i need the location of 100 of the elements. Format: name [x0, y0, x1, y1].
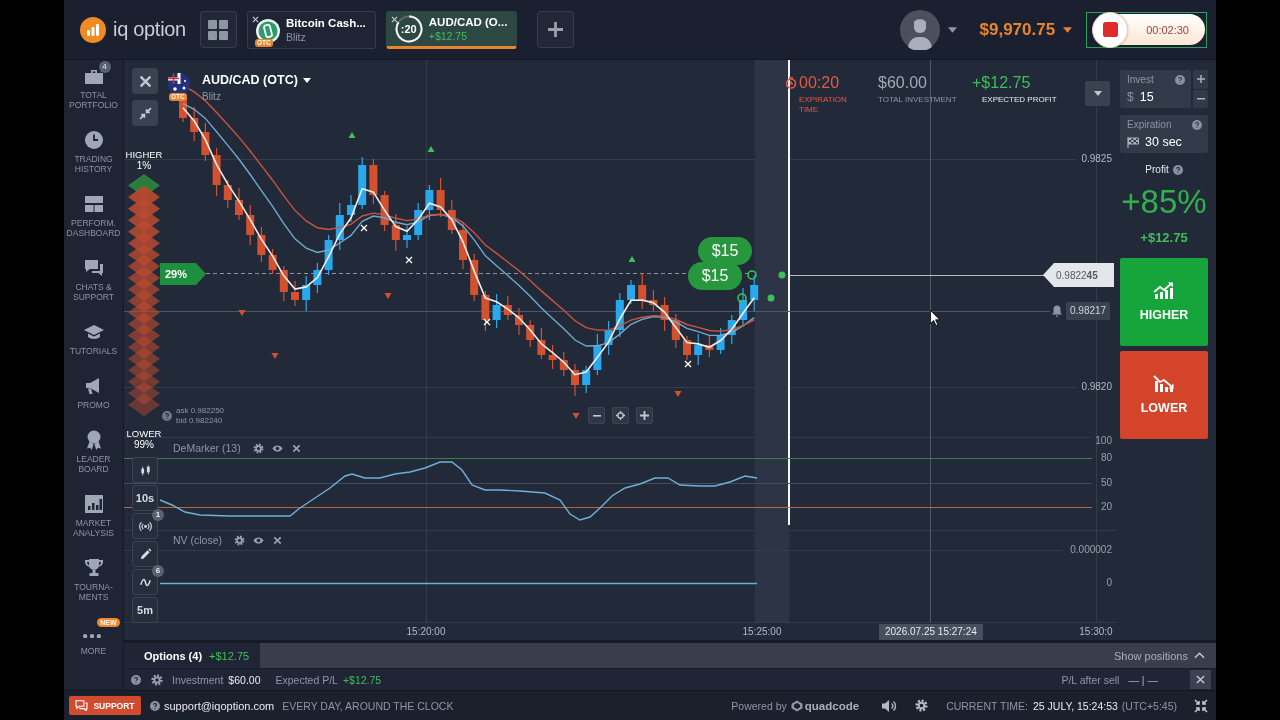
- show-positions-button[interactable]: Show positions: [1114, 643, 1216, 668]
- close-icon[interactable]: [272, 534, 283, 546]
- increase-button[interactable]: [1193, 70, 1208, 89]
- current-price-tag: 0.982245: [1043, 263, 1114, 287]
- stopwatch-icon: [785, 77, 797, 89]
- count-badge: 6: [152, 565, 164, 577]
- lower-button[interactable]: LOWER: [1120, 351, 1208, 439]
- minus-icon: [1196, 97, 1205, 100]
- sidebar-item[interactable]: PERFORM. DASHBOARD: [65, 193, 122, 238]
- invest-field[interactable]: Invest $ 15: [1120, 70, 1191, 108]
- help-icon[interactable]: [162, 410, 172, 421]
- add-tab-button[interactable]: [537, 11, 575, 48]
- caret-icon: [1093, 91, 1102, 96]
- eye-icon[interactable]: [271, 442, 283, 454]
- settings-icon[interactable]: [252, 442, 264, 454]
- settings-icon[interactable]: [151, 673, 163, 686]
- support-button[interactable]: SUPPORT: [69, 696, 141, 715]
- compress-arrows-icon[interactable]: [1194, 698, 1208, 713]
- stop-icon: [1102, 22, 1118, 37]
- checkered-flag-icon: [1127, 136, 1139, 148]
- flag-icon: [168, 73, 190, 95]
- broadcast-icon: [138, 519, 152, 533]
- logo-text: iq option: [113, 18, 186, 41]
- bell-icon[interactable]: [1052, 305, 1062, 317]
- help-icon[interactable]: [150, 700, 160, 711]
- sidebar-item[interactable]: PROMO: [65, 375, 122, 410]
- chart-tool-button[interactable]: [132, 541, 158, 567]
- sidebar-item[interactable]: CHATS & SUPPORT: [65, 257, 122, 302]
- help-icon[interactable]: [1192, 119, 1202, 130]
- help-icon[interactable]: [131, 674, 141, 685]
- compress-chart-button[interactable]: [132, 100, 158, 126]
- close-chart-button[interactable]: [132, 68, 158, 94]
- chart-tool-button[interactable]: [132, 457, 158, 483]
- powered-by-label: Powered by: [731, 699, 787, 712]
- chat-icon: [82, 257, 105, 279]
- speaker-icon[interactable]: [881, 698, 898, 713]
- powered-by-brand: quadcode: [804, 699, 860, 712]
- asset-selector[interactable]: AUD/CAD (OTC): [202, 73, 311, 87]
- plus-icon: [548, 22, 564, 37]
- axis-label: 0.000002: [1070, 543, 1112, 557]
- axis-label: 0: [1106, 576, 1112, 590]
- logo-icon: [80, 16, 106, 43]
- price-label: 0.9825: [1081, 152, 1112, 166]
- invest-label: Invest: [1127, 73, 1154, 86]
- balance-button[interactable]: $9,970.75: [979, 19, 1073, 40]
- indicator-name: DeMarker (13): [173, 442, 241, 454]
- expected-pl-value: +$12.75: [342, 673, 382, 686]
- help-icon[interactable]: [1172, 165, 1183, 175]
- eye-icon[interactable]: [253, 534, 264, 546]
- current-time-value: 25 JULY, 15:24:53: [1033, 699, 1118, 712]
- support-email-link[interactable]: support@iqoption.com: [164, 699, 275, 712]
- asset-tab[interactable]: :20 AUD/CAD (O... +$12.75: [385, 10, 518, 49]
- clock-icon: [82, 129, 105, 151]
- settings-icon[interactable]: [234, 534, 245, 546]
- stop-button[interactable]: [1092, 11, 1129, 48]
- sidebar-item[interactable]: TRADING HISTORY: [65, 129, 122, 174]
- timer-ring-icon: [394, 14, 423, 43]
- avatar-icon[interactable]: [899, 9, 940, 50]
- help-icon[interactable]: [1175, 74, 1185, 85]
- expiration-value: 30 sec: [1145, 135, 1182, 149]
- close-icon: [1196, 675, 1205, 684]
- investment-value: $60.00: [228, 673, 261, 686]
- rising-chart-icon: [1153, 282, 1175, 300]
- compress-arrows-icon: [138, 106, 152, 120]
- close-icon[interactable]: [390, 15, 398, 23]
- count-badge: 1: [152, 509, 164, 521]
- timeframe-button[interactable]: 10s: [132, 485, 158, 511]
- bar-chart-icon: [82, 493, 105, 515]
- alert-price-tag: 0.98217: [1066, 302, 1111, 320]
- investment-label: Investment: [172, 673, 224, 686]
- close-icon[interactable]: [251, 15, 259, 23]
- close-icon: [138, 74, 152, 88]
- caret-icon: [302, 77, 311, 83]
- decrease-button[interactable]: [1193, 89, 1208, 108]
- pl-after-sell-label: P/L after sell: [1061, 673, 1120, 686]
- expected-profit: +$12.75: [972, 74, 1032, 92]
- sidebar-item[interactable]: TOURNA-MENTS: [65, 557, 122, 602]
- timezone-label: (UTC+5:45): [1121, 699, 1177, 712]
- settings-icon[interactable]: [915, 699, 929, 712]
- sidebar-item[interactable]: LEADER BOARD: [65, 429, 122, 474]
- close-button[interactable]: [1190, 670, 1211, 689]
- sidebar-item[interactable]: TUTORIALS: [65, 321, 122, 356]
- axis-label: 50: [1100, 476, 1112, 490]
- expected-profit-label: EXPECTED PROFIT: [981, 95, 1057, 105]
- dashboard-icon: [82, 193, 105, 215]
- timeframe-button[interactable]: 5m: [132, 597, 158, 623]
- higher-percent: 1%: [136, 160, 152, 172]
- lower-label: LOWER: [126, 428, 162, 439]
- close-icon[interactable]: [290, 442, 302, 454]
- expiration-field[interactable]: Expiration 30 sec: [1120, 115, 1208, 153]
- caret-icon[interactable]: [947, 26, 957, 33]
- mouse-pointer-icon: [930, 310, 940, 326]
- price-label: 0.9820: [1081, 380, 1112, 394]
- currency-symbol: $: [1127, 90, 1134, 104]
- sidebar-item[interactable]: MARKET ANALYSIS: [65, 493, 122, 538]
- grid-button[interactable]: [199, 11, 237, 48]
- options-tab[interactable]: Options (4) +$12.75: [124, 643, 260, 668]
- dropdown-button[interactable]: [1085, 81, 1110, 106]
- higher-label: HIGHER: [125, 149, 163, 160]
- higher-button[interactable]: HIGHER: [1120, 258, 1208, 346]
